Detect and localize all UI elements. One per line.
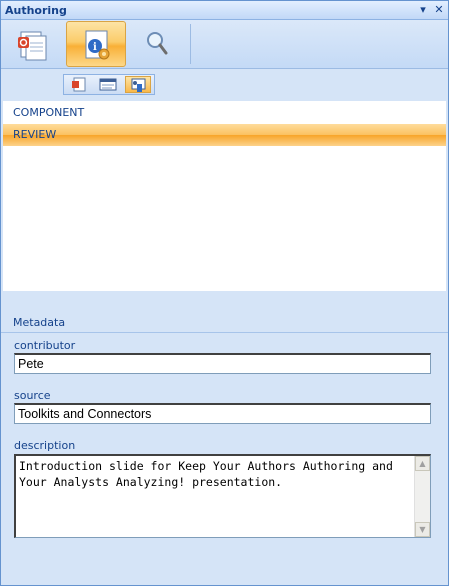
description-field[interactable]: Introduction slide for Keep Your Authors… [14,454,431,538]
list-item-review[interactable]: REVIEW [3,124,446,146]
slide-document-icon [18,31,47,61]
view-subtoolbar [1,69,448,99]
scroll-down-button[interactable]: ▼ [415,522,430,537]
main-toolbar: i [1,20,448,69]
metadata-view-button[interactable]: i [66,21,126,67]
info-gear-icon: i [85,30,110,60]
contributor-field[interactable]: Pete [14,353,431,374]
source-label: source [14,389,51,402]
list-item-component[interactable]: COMPONENT [3,102,446,124]
slide-icon [72,77,86,92]
metadata-divider [1,332,448,333]
pane-options-dropdown[interactable]: ▾ [416,3,430,17]
description-label: description [14,439,76,452]
contributor-label: contributor [14,339,76,352]
magnifier-icon [147,32,168,55]
scroll-up-button[interactable]: ▲ [415,456,430,471]
view-button-group [63,74,155,95]
toolbar-separator [190,24,191,64]
metadata-heading: Metadata [13,316,66,329]
slide-view-button[interactable] [4,21,64,67]
properties-icon [131,78,146,92]
pane-title: Authoring [5,4,67,17]
properties-button[interactable] [125,76,151,93]
component-list: COMPONENT REVIEW [3,101,446,291]
description-text: Introduction slide for Keep Your Authors… [19,459,400,489]
authoring-pane: Authoring ▾ ✕ i COMPONENT REVIEW Metadat… [0,0,449,586]
svg-text:i: i [93,42,97,53]
description-scrollbar[interactable]: ▲ ▼ [414,456,430,537]
title-bar: Authoring ▾ ✕ [1,1,448,20]
slide-button[interactable] [66,76,92,93]
text-box-icon [99,78,117,91]
search-button[interactable] [128,21,188,67]
source-field[interactable]: Toolkits and Connectors [14,403,431,424]
close-button[interactable]: ✕ [432,3,446,17]
text-button[interactable] [95,76,121,93]
